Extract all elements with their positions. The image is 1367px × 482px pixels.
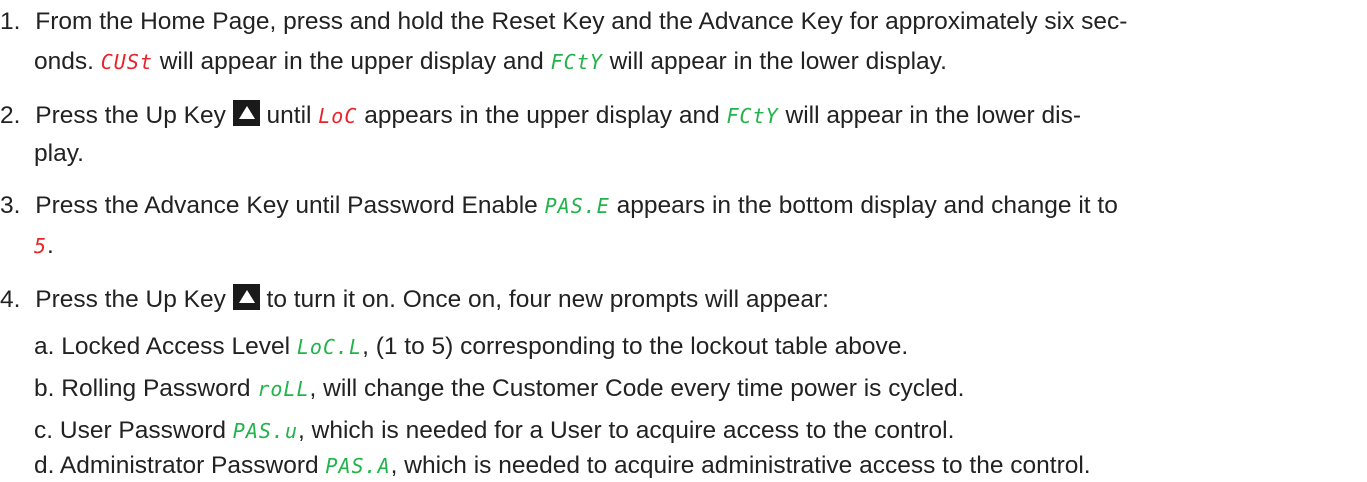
up-key-icon	[232, 100, 260, 126]
step-text: From the Home Page, press and hold the R…	[35, 8, 1128, 35]
step-number: 4.	[0, 286, 21, 313]
step-number: 3.	[0, 192, 21, 219]
step-text: onds.	[34, 48, 101, 75]
step-text: .	[47, 232, 54, 259]
step-3-line-1: 3. Press the Advance Key until Password …	[0, 192, 1118, 220]
substep-letter: d.	[34, 452, 55, 479]
up-key-icon	[232, 284, 260, 310]
step-4-line-1: 4. Press the Up Key to turn it on. Once …	[0, 284, 829, 314]
step-text: until	[259, 102, 319, 129]
lower-display-code: PAS.E	[544, 194, 610, 218]
step-number: 1.	[0, 8, 21, 35]
prompt-code: PAS.A	[325, 454, 391, 478]
prompt-code: roLL	[257, 377, 310, 401]
step-2-line-1: 2. Press the Up Key until LoC appears in…	[0, 100, 1081, 130]
substep-d: d. Administrator Password PAS.A, which i…	[34, 452, 1091, 480]
substep-text: , which is needed to acquire administrat…	[390, 452, 1091, 479]
substep-letter: b.	[34, 375, 55, 402]
prompt-code: LoC.L	[296, 335, 363, 359]
substep-label: Locked Access Level	[61, 333, 297, 360]
step-2-line-2: play.	[34, 140, 84, 168]
substep-label: Rolling Password	[61, 375, 258, 402]
substep-c: c. User Password PAS.u, which is needed …	[34, 417, 954, 445]
substep-text: , will change the Customer Code every ti…	[309, 375, 965, 402]
step-1-line-2: onds. CUSt will appear in the upper disp…	[34, 48, 947, 76]
step-text: to turn it on. Once on, four new prompts…	[259, 286, 829, 313]
step-text: will appear in the lower display.	[602, 48, 947, 75]
step-text: Press the Advance Key until Password Ena…	[35, 192, 545, 219]
prompt-code: PAS.u	[232, 419, 299, 443]
step-text: Press the Up Key	[35, 102, 233, 129]
step-number: 2.	[0, 102, 21, 129]
lower-display-code: FCtY	[550, 50, 603, 74]
substep-label: Administrator Password	[59, 452, 326, 479]
substep-letter: a.	[34, 333, 55, 360]
step-text: appears in the upper display and	[357, 102, 727, 129]
upper-display-code: CUSt	[100, 50, 153, 74]
step-text: appears in the bottom display and change…	[609, 192, 1118, 219]
substep-label: User Password	[59, 417, 233, 444]
step-1-line-1: 1. From the Home Page, press and hold th…	[0, 8, 1127, 36]
substep-letter: c.	[34, 417, 54, 444]
step-text: will appear in the lower dis-	[778, 102, 1081, 129]
step-text: play.	[34, 140, 84, 167]
step-text: will appear in the upper display and	[152, 48, 551, 75]
upper-display-code: LoC	[318, 104, 358, 128]
substep-text: , (1 to 5) corresponding to the lockout …	[362, 333, 909, 360]
substep-text: , which is needed for a User to acquire …	[298, 417, 955, 444]
lower-display-code: FCtY	[726, 104, 779, 128]
substep-a: a. Locked Access Level LoC.L, (1 to 5) c…	[34, 333, 908, 361]
instruction-list: 1. From the Home Page, press and hold th…	[0, 0, 1367, 482]
substep-b: b. Rolling Password roLL, will change th…	[34, 375, 964, 403]
value-code: 5	[34, 234, 48, 258]
step-text: Press the Up Key	[35, 286, 233, 313]
step-3-line-2: 5.	[34, 232, 54, 260]
